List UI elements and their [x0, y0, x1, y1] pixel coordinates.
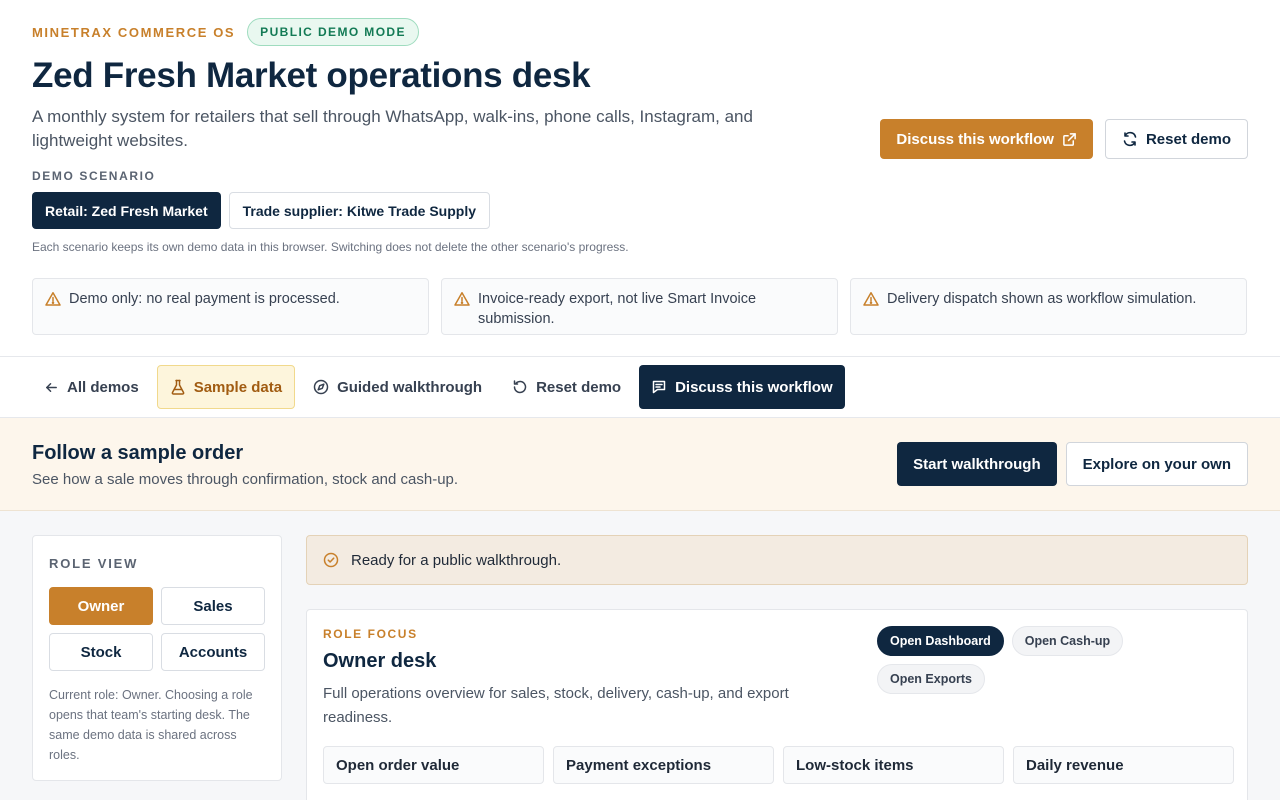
notice-delivery: Delivery dispatch shown as workflow simu… [850, 278, 1247, 335]
role-view-card: ROLE VIEW Owner Sales Stock Accounts Cur… [32, 535, 282, 781]
role-sales-button[interactable]: Sales [161, 587, 265, 625]
ready-status-banner: Ready for a public walkthrough. [306, 535, 1248, 585]
notice-row: Demo only: no real payment is processed.… [32, 278, 1247, 335]
notice-text: Delivery dispatch shown as workflow simu… [887, 291, 1197, 307]
page-header: MINETRAX COMMERCE OS PUBLIC DEMO MODE Ze… [0, 0, 1280, 357]
demo-mode-badge: PUBLIC DEMO MODE [247, 18, 419, 46]
scenario-note: Each scenario keeps its own demo data in… [32, 240, 629, 254]
role-focus-links: Open Dashboard Open Cash-up Open Exports [877, 626, 1147, 694]
role-stock-button[interactable]: Stock [49, 633, 153, 671]
explore-own-button[interactable]: Explore on your own [1065, 442, 1248, 486]
sample-order-title: Follow a sample order [32, 442, 244, 464]
all-demos-label: All demos [67, 378, 139, 396]
page-title: Zed Fresh Market operations desk [32, 56, 591, 95]
role-view-label: ROLE VIEW [49, 556, 139, 571]
metric-open-order-value[interactable]: Open order value [323, 746, 544, 784]
brand-row: MINETRAX COMMERCE OS PUBLIC DEMO MODE [32, 18, 419, 46]
role-buttons: Owner Sales Stock Accounts [49, 587, 265, 671]
discuss-workflow-label: Discuss this workflow [896, 130, 1054, 148]
open-cashup-pill[interactable]: Open Cash-up [1011, 626, 1124, 656]
refresh-icon [1122, 131, 1138, 147]
warning-icon [45, 291, 61, 324]
arrow-left-icon [44, 380, 59, 395]
ready-status-text: Ready for a public walkthrough. [351, 551, 562, 569]
role-focus-title: Owner desk [323, 650, 437, 672]
metric-tiles: Open order value Payment exceptions Low-… [323, 746, 1234, 784]
role-owner-button[interactable]: Owner [49, 587, 153, 625]
flask-icon [170, 379, 186, 395]
scenario-trade-button[interactable]: Trade supplier: Kitwe Trade Supply [228, 192, 490, 229]
toolbar-discuss-workflow-label: Discuss this workflow [675, 378, 833, 396]
notice-invoice: Invoice-ready export, not live Smart Inv… [441, 278, 838, 335]
scenario-retail-button[interactable]: Retail: Zed Fresh Market [32, 192, 221, 229]
guided-walkthrough-button[interactable]: Guided walkthrough [301, 365, 494, 409]
demo-toolbar: All demos Sample data Guided walkthrough… [0, 357, 1280, 418]
sample-data-button[interactable]: Sample data [156, 365, 296, 409]
role-note: Current role: Owner. Choosing a role ope… [49, 688, 253, 762]
scenario-label: DEMO SCENARIO [32, 169, 156, 183]
reset-demo-label: Reset demo [1145, 130, 1231, 148]
scenario-switcher: Retail: Zed Fresh Market Trade supplier:… [32, 192, 490, 229]
toolbar-discuss-workflow-button[interactable]: Discuss this workflow [639, 365, 845, 409]
sample-order-subtitle: See how a sale moves through confirmatio… [32, 471, 459, 488]
toolbar-reset-demo-button[interactable]: Reset demo [500, 365, 633, 409]
notice-text: Demo only: no real payment is processed. [69, 291, 340, 307]
role-accounts-button[interactable]: Accounts [161, 633, 265, 671]
warning-icon [454, 291, 470, 324]
start-walkthrough-button[interactable]: Start walkthrough [897, 442, 1057, 486]
warning-icon [863, 291, 879, 324]
discuss-workflow-button[interactable]: Discuss this workflow [880, 119, 1093, 159]
guided-walkthrough-label: Guided walkthrough [337, 378, 483, 396]
sample-order-banner: Follow a sample order See how a sale mov… [0, 418, 1280, 511]
rotate-ccw-icon [512, 379, 528, 395]
walkthrough-actions: Start walkthrough Explore on your own [897, 442, 1248, 486]
toolbar-reset-demo-label: Reset demo [536, 378, 622, 396]
message-square-icon [651, 379, 667, 395]
all-demos-button[interactable]: All demos [32, 365, 151, 409]
notice-payment: Demo only: no real payment is processed. [32, 278, 429, 335]
role-focus-label: ROLE FOCUS [323, 627, 418, 641]
open-dashboard-pill[interactable]: Open Dashboard [877, 626, 1004, 656]
external-link-icon [1062, 132, 1077, 147]
toolbar-buttons: All demos Sample data Guided walkthrough… [32, 365, 845, 409]
page-subtitle: A monthly system for retailers that sell… [32, 107, 753, 150]
metric-low-stock-items[interactable]: Low-stock items [783, 746, 1004, 784]
main-content: ROLE VIEW Owner Sales Stock Accounts Cur… [0, 511, 1280, 800]
notice-text: Invoice-ready export, not live Smart Inv… [478, 291, 757, 327]
role-focus-card: ROLE FOCUS Owner desk Full operations ov… [306, 609, 1248, 800]
sample-data-label: Sample data [193, 378, 283, 396]
compass-icon [313, 379, 329, 395]
header-actions: Discuss this workflow Reset demo [880, 119, 1248, 159]
check-circle-icon [323, 552, 339, 568]
metric-daily-revenue[interactable]: Daily revenue [1013, 746, 1234, 784]
open-exports-pill[interactable]: Open Exports [877, 664, 985, 694]
metric-payment-exceptions[interactable]: Payment exceptions [553, 746, 774, 784]
reset-demo-button[interactable]: Reset demo [1104, 119, 1248, 159]
brand-name: MINETRAX COMMERCE OS [32, 24, 236, 40]
role-focus-description: Full operations overview for sales, stoc… [323, 685, 789, 726]
